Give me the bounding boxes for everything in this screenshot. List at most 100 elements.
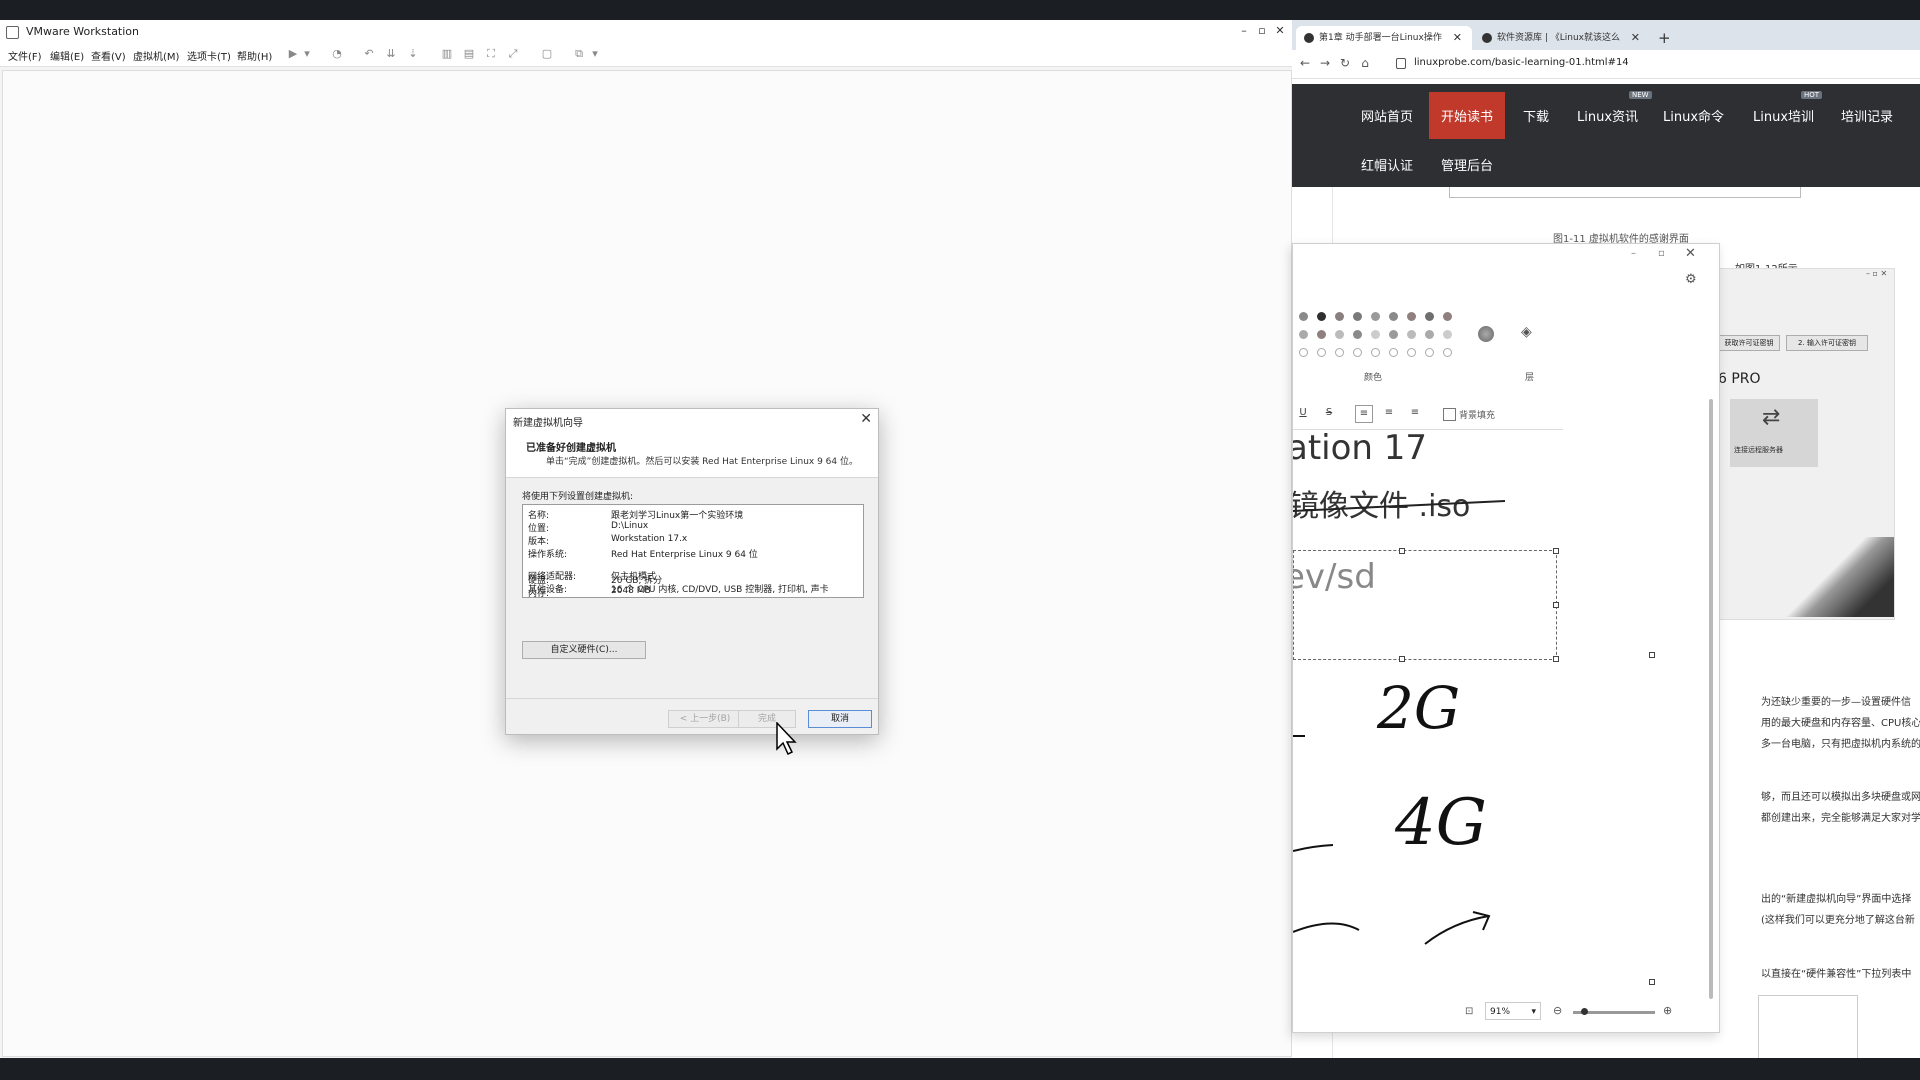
thumbnail-icon[interactable]: ▢ xyxy=(540,47,554,61)
nav-redhat-cert[interactable]: 红帽认证 xyxy=(1361,155,1413,174)
nav-start-reading[interactable]: 开始读书 xyxy=(1429,92,1506,139)
canvas-text[interactable]: ation 17 xyxy=(1293,428,1427,468)
play-icon[interactable]: ▶ xyxy=(286,47,300,61)
back-button[interactable]: < 上一步(B) xyxy=(668,710,742,728)
stretch-icon[interactable]: ⧉ xyxy=(572,47,586,61)
cancel-button[interactable]: 取消 xyxy=(808,710,872,728)
palette-empty-swatch[interactable] xyxy=(1443,348,1452,357)
palette-empty-swatch[interactable] xyxy=(1371,348,1380,357)
palette-empty-swatch[interactable] xyxy=(1389,348,1398,357)
palette-color-swatch[interactable] xyxy=(1299,330,1308,339)
menu-edit[interactable]: 编辑(E) xyxy=(50,48,84,63)
palette-color-swatch[interactable] xyxy=(1443,330,1452,339)
align-center-icon[interactable]: ≡ xyxy=(1381,405,1397,421)
snapshot-take-icon[interactable]: ⇣ xyxy=(406,47,420,61)
zoom-in-icon[interactable]: ⊕ xyxy=(1663,1004,1672,1017)
nav-download[interactable]: 下载 xyxy=(1523,106,1549,125)
palette-color-swatch[interactable] xyxy=(1443,312,1452,321)
align-left-icon[interactable]: ≡ xyxy=(1355,405,1373,423)
snapshot-manager-icon[interactable]: ⇊ xyxy=(384,47,398,61)
palette-color-swatch[interactable] xyxy=(1299,312,1308,321)
nav-home[interactable]: 网站首页 xyxy=(1361,106,1413,125)
zoom-slider-thumb[interactable] xyxy=(1581,1008,1588,1015)
home-icon[interactable]: ⌂ xyxy=(1358,56,1372,70)
resize-handle[interactable] xyxy=(1553,602,1559,608)
resize-handle[interactable] xyxy=(1649,652,1655,658)
palette-empty-swatch[interactable] xyxy=(1335,348,1344,357)
color-picker-icon[interactable] xyxy=(1478,326,1494,342)
panel-close-icon[interactable]: ✕ xyxy=(1685,246,1696,261)
close-icon[interactable]: ✕ xyxy=(1272,23,1288,39)
nav-linux-commands[interactable]: Linux命令 xyxy=(1663,106,1724,125)
menu-view[interactable]: 查看(V) xyxy=(91,48,126,63)
resize-handle[interactable] xyxy=(1399,656,1405,662)
palette-color-swatch[interactable] xyxy=(1407,330,1416,339)
stretch-dropdown-icon[interactable]: ▾ xyxy=(588,47,602,61)
dialog-close-icon[interactable]: ✕ xyxy=(860,411,872,427)
align-right-icon[interactable]: ≡ xyxy=(1407,405,1423,421)
palette-empty-swatch[interactable] xyxy=(1407,348,1416,357)
palette-color-swatch[interactable] xyxy=(1317,312,1326,321)
unity-icon[interactable]: ⤢ xyxy=(506,47,520,61)
resize-handle[interactable] xyxy=(1399,548,1405,554)
palette-color-swatch[interactable] xyxy=(1335,330,1344,339)
nav-linux-news[interactable]: Linux资讯 xyxy=(1577,106,1638,125)
resize-handle[interactable] xyxy=(1553,656,1559,662)
palette-color-swatch[interactable] xyxy=(1407,312,1416,321)
settings-gear-icon[interactable]: ⚙ xyxy=(1685,272,1697,287)
menu-help[interactable]: 帮助(H) xyxy=(237,48,272,63)
canvas-scrollbar[interactable] xyxy=(1709,399,1713,999)
back-arrow-icon[interactable]: ← xyxy=(1298,56,1312,70)
underline-icon[interactable]: U xyxy=(1295,405,1311,421)
console-icon[interactable]: ▤ xyxy=(462,47,476,61)
canvas-text[interactable]: ev/sd xyxy=(1293,557,1376,597)
zoom-slider[interactable] xyxy=(1573,1008,1655,1015)
fullscreen-icon[interactable]: ⛶ xyxy=(484,47,498,61)
palette-empty-swatch[interactable] xyxy=(1353,348,1362,357)
background-fill-checkbox[interactable] xyxy=(1443,408,1456,421)
palette-color-swatch[interactable] xyxy=(1371,330,1380,339)
palette-color-swatch[interactable] xyxy=(1335,312,1344,321)
nav-training-records[interactable]: 培训记录 xyxy=(1841,106,1893,125)
palette-color-swatch[interactable] xyxy=(1425,312,1434,321)
fit-screen-icon[interactable]: ⊡ xyxy=(1465,1006,1473,1017)
maximize-icon[interactable]: ▫ xyxy=(1254,23,1270,39)
nav-admin[interactable]: 管理后台 xyxy=(1441,155,1493,174)
revert-icon[interactable]: ↶ xyxy=(362,47,376,61)
palette-color-swatch[interactable] xyxy=(1371,312,1380,321)
nav-linux-training[interactable]: Linux培训 xyxy=(1753,106,1814,125)
tab-close-icon[interactable]: ✕ xyxy=(1453,26,1462,50)
palette-empty-swatch[interactable] xyxy=(1425,348,1434,357)
tab-close-icon[interactable]: ✕ xyxy=(1631,26,1640,50)
menu-file[interactable]: 文件(F) xyxy=(8,48,42,63)
palette-color-swatch[interactable] xyxy=(1389,312,1398,321)
selected-text-box[interactable]: ev/sd xyxy=(1293,550,1557,660)
layers-icon[interactable]: ◈ xyxy=(1521,324,1532,340)
reload-icon[interactable]: ↻ xyxy=(1338,56,1352,70)
menu-vm[interactable]: 虚拟机(M) xyxy=(133,48,179,63)
resize-handle[interactable] xyxy=(1649,979,1655,985)
library-icon[interactable]: ▥ xyxy=(440,47,454,61)
forward-arrow-icon[interactable]: → xyxy=(1318,56,1332,70)
customize-hardware-button[interactable]: 自定义硬件(C)... xyxy=(522,641,646,659)
panel-minimize-icon[interactable]: – xyxy=(1631,248,1636,259)
browser-tab-1[interactable]: 第1章 动手部署一台Linux操作 ✕ xyxy=(1296,26,1472,50)
menu-tabs[interactable]: 选项卡(T) xyxy=(187,48,231,63)
resize-handle[interactable] xyxy=(1553,548,1559,554)
snapshot-icon[interactable]: ◔ xyxy=(330,47,344,61)
play-dropdown-icon[interactable]: ▾ xyxy=(300,47,314,61)
palette-color-swatch[interactable] xyxy=(1353,312,1362,321)
palette-color-swatch[interactable] xyxy=(1353,330,1362,339)
url-field[interactable]: linuxprobe.com/basic-learning-01.html#14 xyxy=(1414,57,1629,68)
new-tab-icon[interactable]: + xyxy=(1658,26,1671,50)
minimize-icon[interactable]: – xyxy=(1236,23,1252,39)
palette-color-swatch[interactable] xyxy=(1317,330,1326,339)
palette-color-swatch[interactable] xyxy=(1425,330,1434,339)
zoom-out-icon[interactable]: ⊖ xyxy=(1553,1004,1562,1017)
panel-maximize-icon[interactable]: ▫ xyxy=(1658,248,1665,259)
browser-tab-2[interactable]: 软件资源库 | 《Linux就该这么 ✕ xyxy=(1474,26,1650,50)
strikethrough-icon[interactable]: S xyxy=(1321,405,1337,421)
zoom-select[interactable]: 91% ▾ xyxy=(1485,1002,1541,1020)
palette-color-swatch[interactable] xyxy=(1389,330,1398,339)
palette-empty-swatch[interactable] xyxy=(1299,348,1308,357)
